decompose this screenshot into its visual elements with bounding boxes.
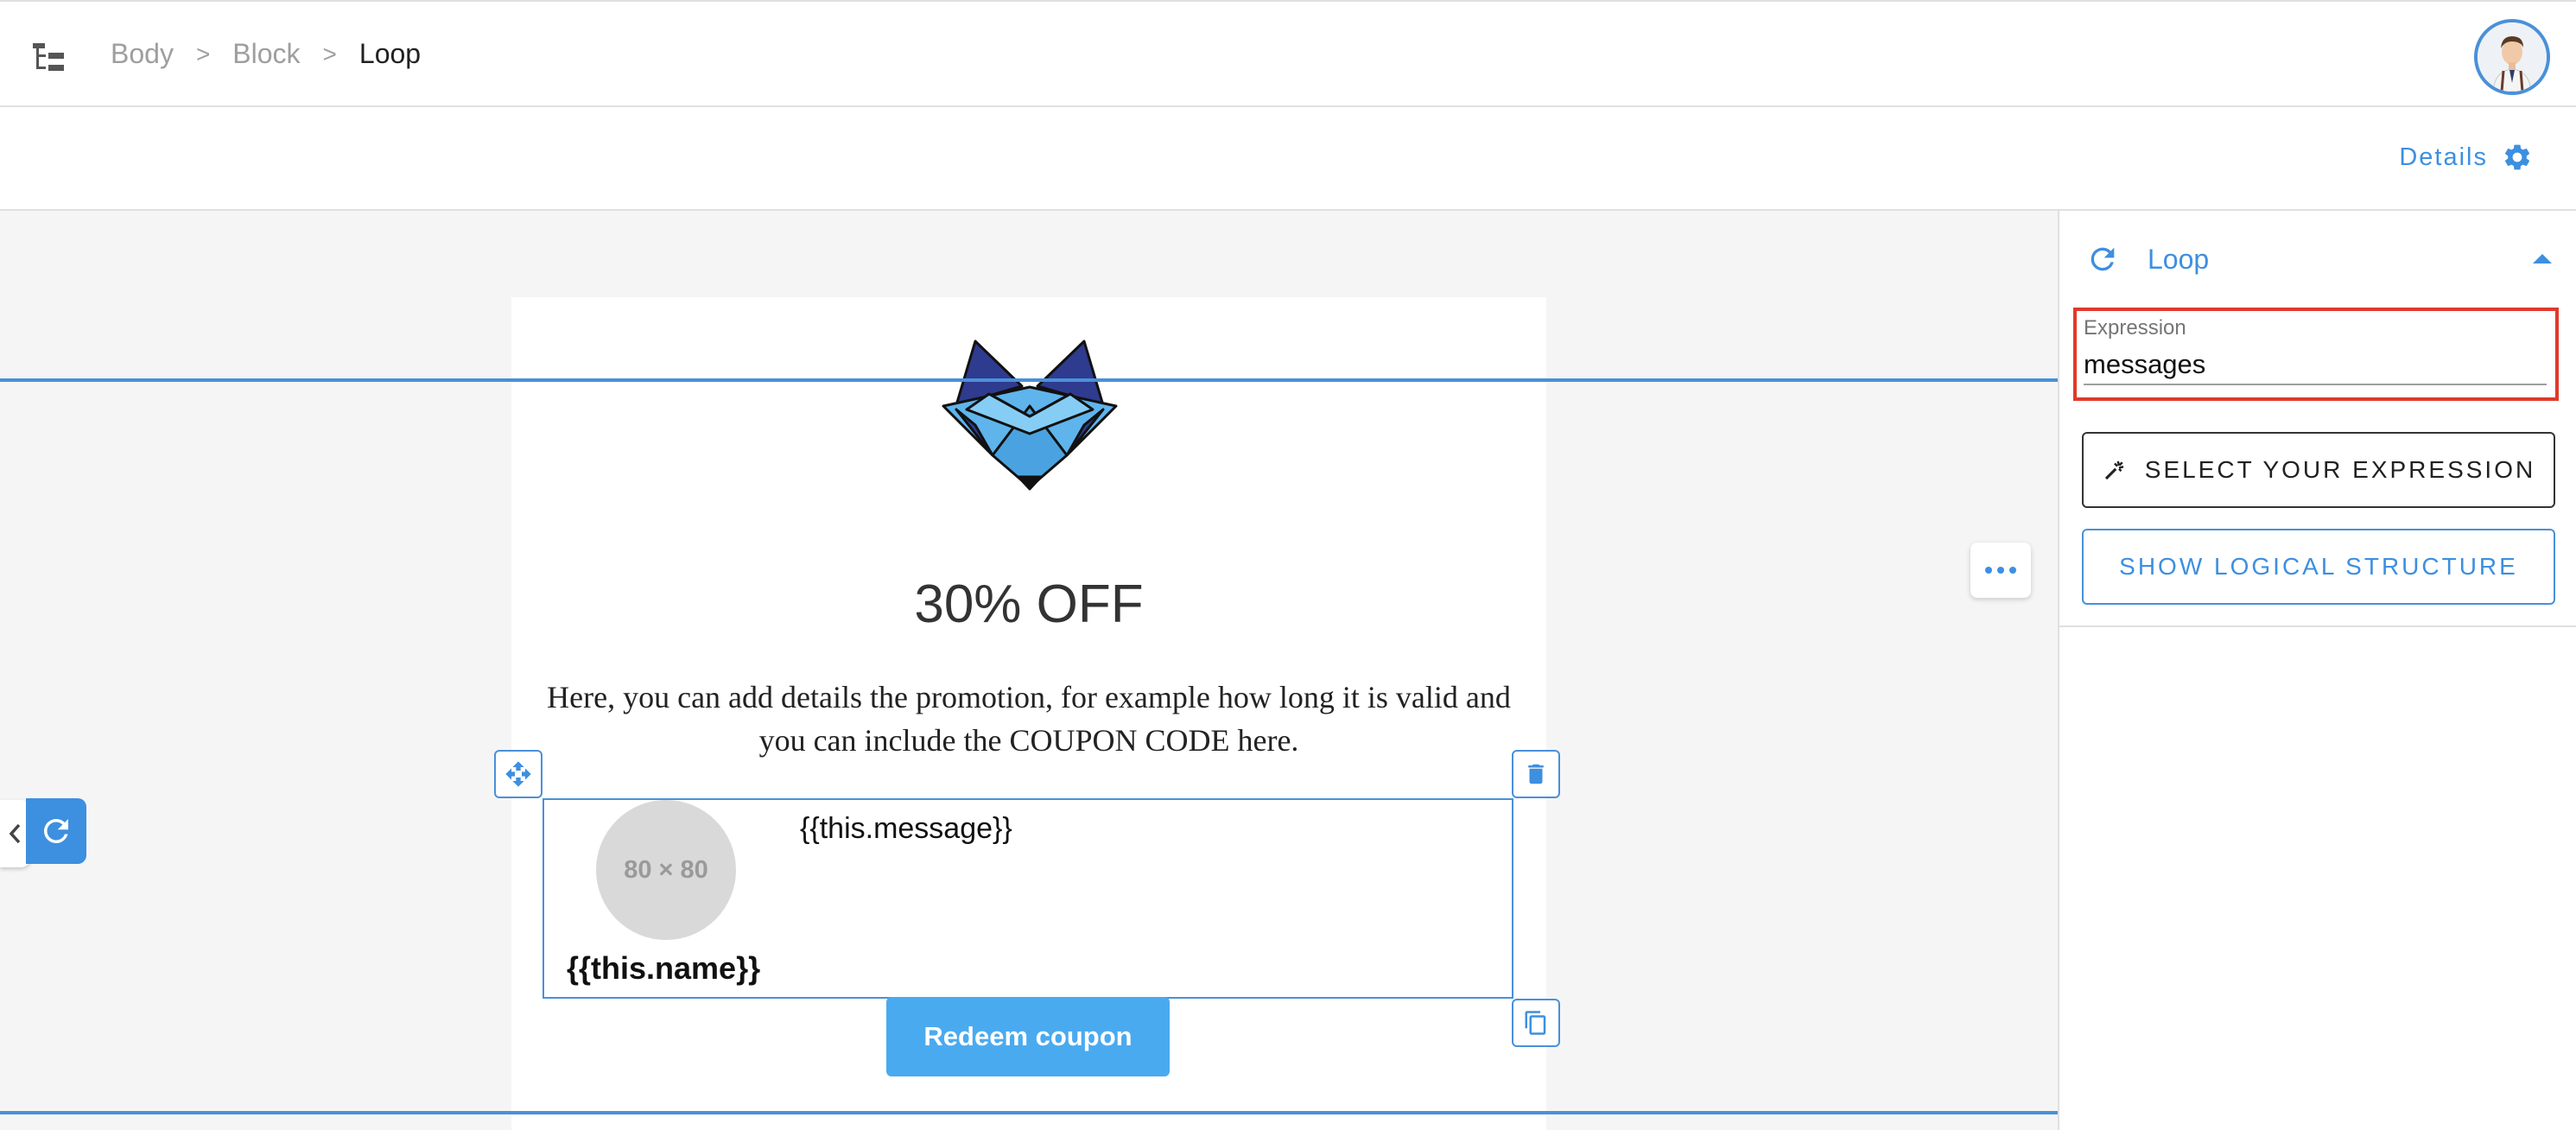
loop-name[interactable]: {{this.name}} [567, 950, 760, 987]
loop-message[interactable]: {{this.message}} [800, 812, 1012, 846]
email-canvas: 30% OFF Here, you can add details the pr… [0, 211, 2058, 1130]
select-expression-button[interactable]: SELECT YOUR EXPRESSION [2082, 432, 2555, 508]
show-structure-label: SHOW LOGICAL STRUCTURE [2119, 553, 2518, 580]
refresh-icon [2091, 247, 2115, 271]
breadcrumb: Body > Block > Loop [111, 38, 421, 70]
caret-up-icon[interactable] [2533, 254, 2552, 263]
breadcrumb-loop: Loop [358, 38, 422, 69]
panel-title: Loop [2148, 244, 2210, 275]
copy-icon[interactable] [1512, 999, 1560, 1047]
top-bar: Body > Block > Loop [0, 0, 2576, 107]
avatar[interactable] [2474, 19, 2550, 95]
avatar-image [2478, 22, 2547, 92]
breadcrumb-separator: > [195, 40, 211, 67]
redeem-coupon-button[interactable]: Redeem coupon [886, 997, 1170, 1076]
details-button[interactable]: Details [2399, 142, 2533, 173]
breadcrumb-body[interactable]: Body [111, 38, 174, 70]
loop-section-header[interactable]: Loop [2059, 211, 2576, 308]
tree-icon[interactable] [31, 41, 66, 73]
avatar-placeholder: 80 × 80 [596, 800, 736, 940]
refresh-icon[interactable] [26, 798, 86, 864]
magic-wand-icon [2104, 460, 2124, 480]
expression-field[interactable]: Expression [2073, 308, 2559, 401]
panel-divider [2059, 625, 2576, 627]
block-boundary-top [0, 378, 2058, 382]
toolbar: Details [0, 107, 2576, 211]
properties-panel: Loop Expression SELECT YOUR EXPRESSION S… [2058, 211, 2576, 1130]
more-icon[interactable] [1970, 543, 2031, 598]
promo-text[interactable]: Here, you can add details the promotion,… [544, 676, 1513, 762]
breadcrumb-separator: > [322, 40, 337, 67]
promo-headline[interactable]: 30% OFF [511, 574, 1546, 635]
details-label: Details [2399, 143, 2488, 171]
trash-icon[interactable] [1512, 750, 1560, 798]
loop-item[interactable]: 80 × 80 {{this.message}} {{this.name}} [542, 798, 1513, 999]
select-expression-label: SELECT YOUR EXPRESSION [2144, 456, 2536, 483]
expression-label: Expression [2084, 316, 2186, 340]
fox-logo [942, 340, 1118, 491]
gear-icon [2504, 144, 2530, 170]
move-icon[interactable] [494, 750, 542, 798]
breadcrumb-block[interactable]: Block [232, 38, 300, 70]
expression-input[interactable] [2084, 346, 2547, 385]
block-boundary-bottom [0, 1111, 2058, 1114]
show-logical-structure-button[interactable]: SHOW LOGICAL STRUCTURE [2082, 529, 2555, 605]
